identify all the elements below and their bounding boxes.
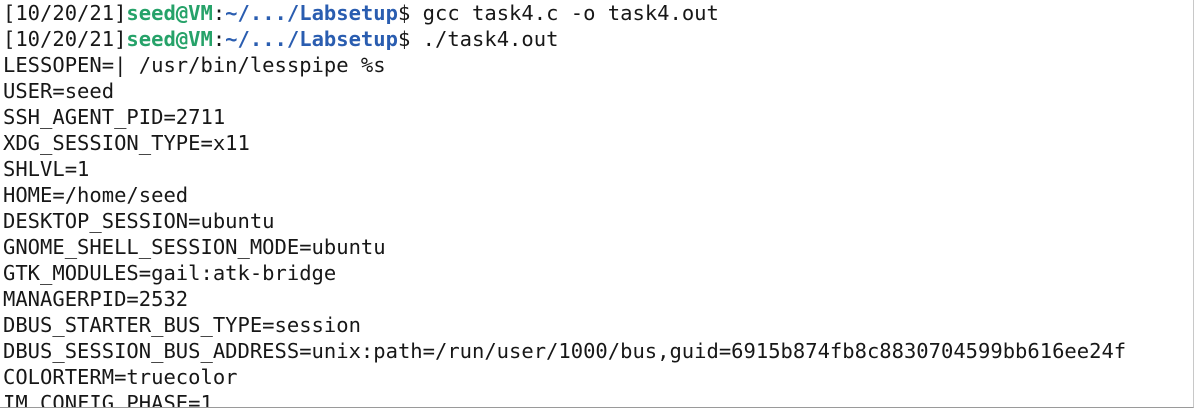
prompt-separator: :	[212, 27, 226, 51]
output-line: USER=seed	[3, 79, 115, 103]
output-line: MANAGERPID=2532	[3, 287, 189, 311]
output-line: COLORTERM=truecolor	[3, 365, 238, 389]
terminal-output: [10/20/21]seed@VM:~/.../Labsetup$ gcc ta…	[3, 0, 1127, 408]
prompt-dollar: $	[397, 1, 423, 25]
prompt-line: [10/20/21]seed@VM:~/.../Labsetup$ ./task…	[3, 26, 1126, 52]
output-line: GNOME_SHELL_SESSION_MODE=ubuntu	[3, 235, 386, 259]
output-line: LESSOPEN=| /usr/bin/lesspipe %s	[3, 53, 386, 77]
output-line: HOME=/home/seed	[3, 183, 189, 207]
prompt-line: [10/20/21]seed@VM:~/.../Labsetup$ gcc ta…	[3, 0, 1126, 26]
terminal-window[interactable]: [10/20/21]seed@VM:~/.../Labsetup$ gcc ta…	[0, 0, 1194, 408]
prompt-path: ~/.../Labsetup	[225, 1, 398, 25]
prompt-date: [10/20/21]	[3, 1, 127, 25]
output-line: GTK_MODULES=gail:atk-bridge	[3, 261, 337, 285]
prompt-command: ./task4.out	[422, 27, 559, 51]
prompt-command: gcc task4.c -o task4.out	[422, 1, 719, 25]
output-line: XDG_SESSION_TYPE=x11	[3, 131, 250, 155]
prompt-user-host: seed@VM	[126, 27, 213, 51]
prompt-dollar: $	[397, 27, 423, 51]
output-line: DESKTOP_SESSION=ubuntu	[3, 209, 275, 233]
prompt-path: ~/.../Labsetup	[225, 27, 398, 51]
output-line: DBUS_SESSION_BUS_ADDRESS=unix:path=/run/…	[3, 339, 1127, 363]
output-line: DBUS_STARTER_BUS_TYPE=session	[3, 313, 361, 337]
prompt-separator: :	[212, 1, 226, 25]
output-line: IM_CONFIG_PHASE=1	[3, 391, 213, 408]
output-line: SHLVL=1	[3, 157, 90, 181]
prompt-user-host: seed@VM	[126, 1, 213, 25]
prompt-date: [10/20/21]	[3, 27, 127, 51]
output-line: SSH_AGENT_PID=2711	[3, 105, 226, 129]
